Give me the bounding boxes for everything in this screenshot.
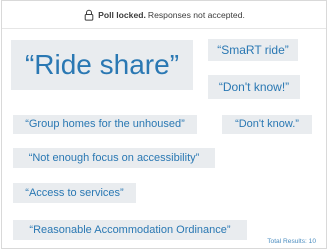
- response-chip: “Don't know!”: [208, 75, 300, 99]
- lock-icon: [84, 9, 94, 21]
- poll-results-panel: Poll locked. Responses not accepted. “Ri…: [1, 0, 327, 249]
- response-chip: “Not enough focus on accessibility”: [13, 148, 215, 168]
- response-chip: “Ride share”: [11, 40, 193, 90]
- poll-locked-banner: Poll locked. Responses not accepted.: [2, 1, 326, 29]
- banner-title: Poll locked.: [98, 9, 146, 20]
- response-chip: “Reasonable Accommodation Ordinance”: [13, 220, 247, 240]
- response-chip: “Group homes for the unhoused”: [13, 115, 197, 134]
- total-results-label: Total Results: 10: [267, 238, 316, 245]
- banner-subtitle: Responses not accepted.: [147, 9, 245, 20]
- response-chip: “Don't know.”: [222, 115, 312, 134]
- response-chip: “Access to services”: [13, 183, 136, 203]
- response-chip: “SmaRT ride”: [208, 39, 298, 61]
